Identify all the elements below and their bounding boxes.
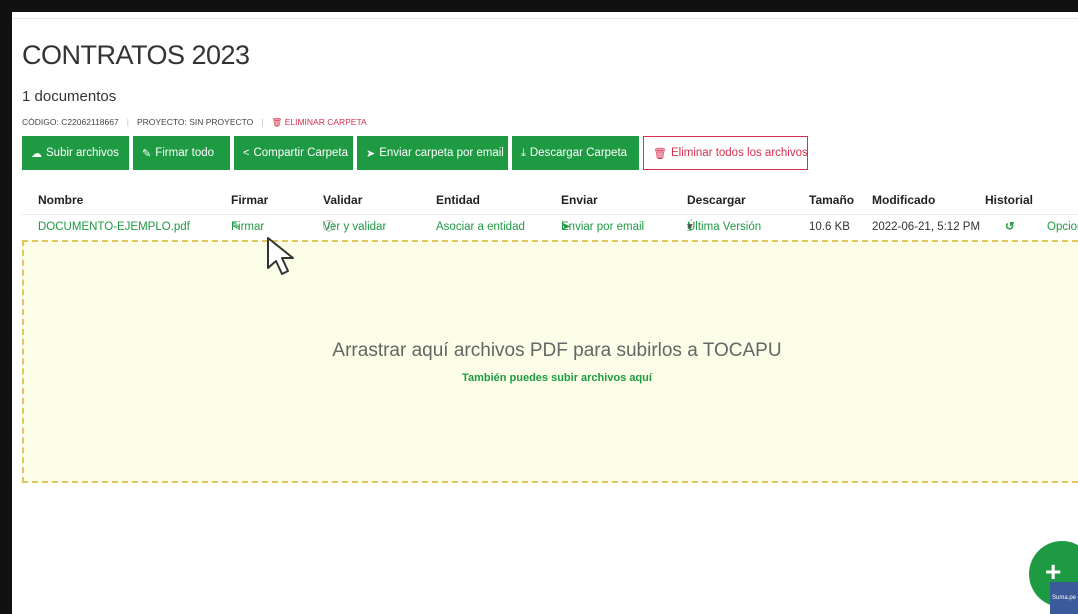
- modified-date: 2022-06-21, 5:12 PM: [872, 221, 981, 233]
- column-header: Firmar: [231, 193, 269, 207]
- folder-actions: ☁ Subir archivos ✎ Firmar todo < Compart…: [22, 136, 808, 170]
- share-folder-button[interactable]: < Compartir Carpeta: [234, 136, 353, 170]
- column-header: Historial: [985, 193, 1034, 207]
- column-header: Tamaño: [809, 193, 855, 207]
- caret-down-icon: ▾: [687, 221, 693, 233]
- column-header: Enviar: [561, 193, 598, 207]
- delete-all-files-button[interactable]: 🗑 Eliminar todos los archivos: [643, 136, 808, 170]
- upload-files-button[interactable]: ☁ Subir archivos: [22, 136, 129, 170]
- options-link[interactable]: Opcion: [1047, 215, 1078, 239]
- corner-badge: Suma.pe: [1050, 582, 1078, 614]
- folder-code: CÓDIGO: C22062118667: [22, 117, 119, 127]
- history-icon[interactable]: ↺: [1005, 215, 1015, 239]
- edit-icon: ✎: [142, 147, 152, 160]
- cloud-upload-icon: ☁: [31, 147, 42, 160]
- associate-entity-link[interactable]: Asociar a entidad: [436, 215, 525, 239]
- paper-plane-icon: ➤: [366, 147, 376, 160]
- column-header: Validar: [323, 193, 363, 207]
- trash-icon: 🗑: [653, 147, 667, 160]
- file-dropzone[interactable]: Arrastrar aquí archivos PDF para subirlo…: [22, 240, 1078, 483]
- table-row: DOCUMENTO-EJEMPLO.pdf ✎ Firmar ⓘ Ver y v…: [22, 214, 1078, 239]
- sign-all-button[interactable]: ✎ Firmar todo: [133, 136, 230, 170]
- column-header: Nombre: [38, 193, 84, 207]
- mouse-cursor-icon: [267, 237, 294, 275]
- download-icon: ⤓: [521, 146, 526, 159]
- table-header: Nombre Firmar Validar Entidad Enviar Des…: [22, 186, 1078, 214]
- file-name-link[interactable]: DOCUMENTO-EJEMPLO.pdf: [38, 215, 190, 239]
- share-icon: <: [243, 147, 250, 159]
- delete-folder-link[interactable]: 🗑 ELIMINAR CARPETA: [272, 117, 367, 127]
- download-folder-button[interactable]: ⤓ Descargar Carpeta: [512, 136, 639, 170]
- dropzone-upload-link[interactable]: También puedes subir archivos aquí: [24, 372, 1078, 384]
- folder-meta: CÓDIGO: C22062118667 | PROYECTO: SIN PROYE…: [22, 117, 367, 127]
- dropzone-text: Arrastrar aquí archivos PDF para subirlo…: [332, 340, 782, 361]
- document-count: 1 documentos: [22, 88, 117, 105]
- page-title: CONTRATOS 2023: [22, 40, 250, 70]
- email-folder-button[interactable]: ➤ Enviar carpeta por email: [357, 136, 508, 170]
- column-header: Modificado: [872, 193, 936, 207]
- column-header: Descargar: [687, 193, 746, 207]
- file-size: 10.6 KB: [809, 221, 850, 233]
- column-header: Entidad: [436, 193, 480, 207]
- folder-project: PROYECTO: SIN PROYECTO: [136, 117, 254, 127]
- trash-icon: 🗑: [271, 117, 283, 127]
